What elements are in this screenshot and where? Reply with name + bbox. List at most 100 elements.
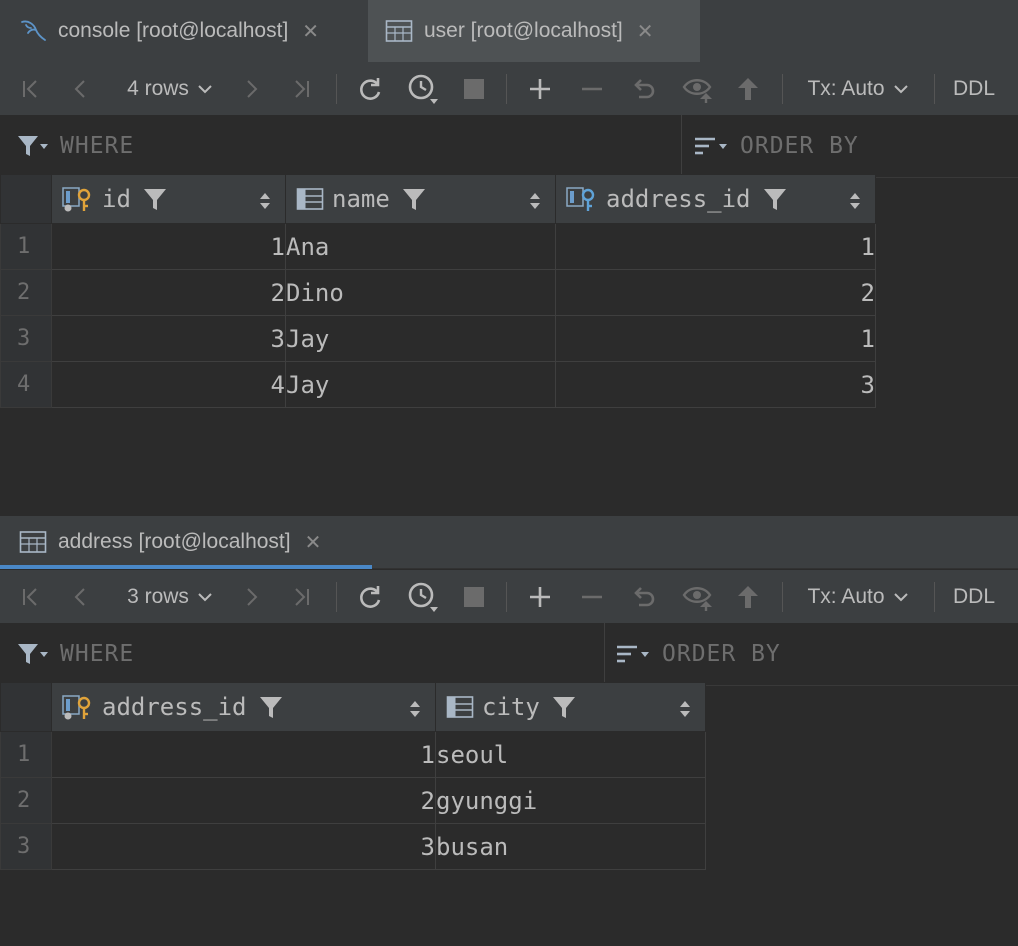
sort-toggle-icon[interactable] <box>849 189 861 217</box>
toolbar-divider <box>782 74 783 104</box>
last-page-icon[interactable] <box>286 62 318 116</box>
column-name: address_id <box>606 185 751 213</box>
foreign-key-column-icon <box>566 185 598 213</box>
sort-icon[interactable] <box>612 623 652 685</box>
tab-label: address [root@localhost] <box>58 530 291 553</box>
stop-icon[interactable] <box>456 570 492 624</box>
cell-city[interactable]: busan <box>435 823 706 870</box>
cell-name[interactable]: Dino <box>285 269 556 316</box>
rows-count-dropdown[interactable]: 4 rows <box>110 62 230 116</box>
row-number: 2 <box>0 777 52 824</box>
refresh-icon[interactable] <box>352 62 388 116</box>
history-icon[interactable] <box>402 62 442 116</box>
cell-name[interactable]: Ana <box>285 223 556 270</box>
last-page-icon[interactable] <box>286 570 318 624</box>
cell-name[interactable]: Jay <box>285 315 556 362</box>
revert-icon[interactable] <box>626 62 662 116</box>
cell-address-id[interactable]: 2 <box>51 777 436 824</box>
sort-toggle-icon[interactable] <box>409 697 421 725</box>
prev-page-icon[interactable] <box>64 62 96 116</box>
cell-city[interactable]: seoul <box>435 731 706 778</box>
column-filter-icon[interactable] <box>143 187 167 211</box>
submit-icon[interactable] <box>730 62 766 116</box>
primary-key-column-icon <box>62 693 94 721</box>
column-filter-icon[interactable] <box>552 695 576 719</box>
ddl-button[interactable]: DDL <box>942 62 1006 116</box>
cell-name[interactable]: Jay <box>285 361 556 408</box>
table-row[interactable]: 4 4 Jay 3 <box>0 361 876 408</box>
table-row[interactable]: 3 3 busan <box>0 823 706 870</box>
cell-id[interactable]: 4 <box>51 361 286 408</box>
first-page-icon[interactable] <box>14 570 46 624</box>
close-icon[interactable]: ✕ <box>302 19 319 44</box>
tx-mode-dropdown[interactable]: Tx: Auto <box>796 570 920 624</box>
order-by-input[interactable]: ORDER BY <box>662 623 781 685</box>
chevron-down-icon <box>893 593 908 602</box>
cell-address-id[interactable]: 3 <box>555 361 876 408</box>
sort-icon[interactable] <box>690 115 730 177</box>
where-filter-input[interactable]: WHERE <box>60 115 134 177</box>
column-header-city[interactable]: city <box>435 682 706 732</box>
ddl-button[interactable]: DDL <box>942 570 1006 624</box>
order-by-input[interactable]: ORDER BY <box>740 115 859 177</box>
user-result-grid: id name address_id 1 1 Ana 1 2 2 Dino 2 … <box>0 174 876 408</box>
cell-city[interactable]: gyunggi <box>435 777 706 824</box>
stop-icon[interactable] <box>456 62 492 116</box>
table-row[interactable]: 2 2 gyunggi <box>0 777 706 824</box>
sort-toggle-icon[interactable] <box>679 697 691 725</box>
cell-id[interactable]: 1 <box>51 223 286 270</box>
cell-address-id[interactable]: 3 <box>51 823 436 870</box>
preview-changes-icon[interactable] <box>678 570 718 624</box>
first-page-icon[interactable] <box>14 62 46 116</box>
column-name: address_id <box>102 693 247 721</box>
add-row-icon[interactable] <box>522 570 558 624</box>
filter-icon[interactable] <box>14 623 50 685</box>
cell-address-id[interactable]: 1 <box>555 315 876 362</box>
cell-address-id[interactable]: 1 <box>555 223 876 270</box>
sort-toggle-icon[interactable] <box>529 189 541 217</box>
submit-icon[interactable] <box>730 570 766 624</box>
address-filter-bar: WHERE ORDER BY <box>0 623 1018 686</box>
cell-id[interactable]: 3 <box>51 315 286 362</box>
tab-address[interactable]: address [root@localhost] ✕ <box>0 516 372 569</box>
column-header-address-id[interactable]: address_id <box>555 174 876 224</box>
column-filter-icon[interactable] <box>259 695 283 719</box>
revert-icon[interactable] <box>626 570 662 624</box>
column-header-name[interactable]: name <box>285 174 556 224</box>
filter-icon[interactable] <box>14 115 50 177</box>
column-header-address-id[interactable]: address_id <box>51 682 436 732</box>
add-row-icon[interactable] <box>522 62 558 116</box>
table-row[interactable]: 1 1 Ana 1 <box>0 223 876 270</box>
history-icon[interactable] <box>402 570 442 624</box>
tab-user[interactable]: user [root@localhost] ✕ <box>368 0 700 62</box>
close-icon[interactable]: ✕ <box>305 530 322 555</box>
cell-id[interactable]: 2 <box>51 269 286 316</box>
column-header-id[interactable]: id <box>51 174 286 224</box>
delete-row-icon[interactable] <box>574 62 610 116</box>
close-icon[interactable]: ✕ <box>637 19 654 44</box>
rows-count-dropdown[interactable]: 3 rows <box>110 570 230 624</box>
cell-address-id[interactable]: 2 <box>555 269 876 316</box>
where-filter-input[interactable]: WHERE <box>60 623 134 685</box>
column-name: city <box>482 693 540 721</box>
column-filter-icon[interactable] <box>763 187 787 211</box>
toolbar-divider <box>506 74 507 104</box>
next-page-icon[interactable] <box>236 62 268 116</box>
next-page-icon[interactable] <box>236 570 268 624</box>
tx-mode-label: Tx: Auto <box>807 585 885 608</box>
tab-console[interactable]: console [root@localhost] ✕ <box>0 0 368 62</box>
table-row[interactable]: 3 3 Jay 1 <box>0 315 876 362</box>
cell-address-id[interactable]: 1 <box>51 731 436 778</box>
user-toolbar: 4 rows Tx: Auto DDL <box>0 62 1018 117</box>
sort-toggle-icon[interactable] <box>259 189 271 217</box>
prev-page-icon[interactable] <box>64 570 96 624</box>
column-name: id <box>102 185 131 213</box>
tx-mode-dropdown[interactable]: Tx: Auto <box>796 62 920 116</box>
table-row[interactable]: 1 1 seoul <box>0 731 706 778</box>
delete-row-icon[interactable] <box>574 570 610 624</box>
preview-changes-icon[interactable] <box>678 62 718 116</box>
column-filter-icon[interactable] <box>402 187 426 211</box>
refresh-icon[interactable] <box>352 570 388 624</box>
column-icon <box>446 695 474 719</box>
table-row[interactable]: 2 2 Dino 2 <box>0 269 876 316</box>
